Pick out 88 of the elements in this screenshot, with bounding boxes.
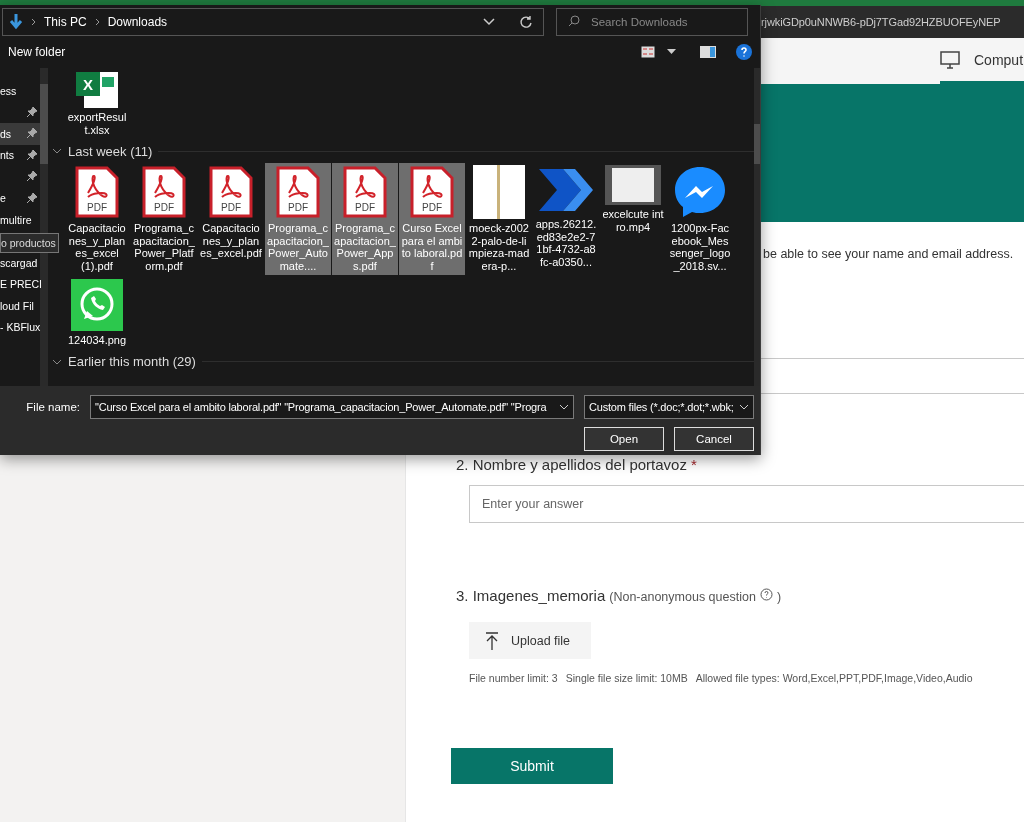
nav-item[interactable]: nts	[0, 144, 40, 166]
question-note: (Non-anonymous question	[609, 590, 756, 604]
scrollbar[interactable]	[754, 68, 760, 386]
address-bar[interactable]: This PC Downloads	[2, 8, 544, 36]
file-name: exportResult.xlsx	[66, 111, 128, 136]
file-name: apps.26212.ed83e2e2-71bf-4732-a8fc-a0350...	[535, 218, 597, 268]
video-thumbnail	[605, 165, 661, 205]
refresh-icon[interactable]	[519, 15, 533, 29]
file-name: Curso Excel para el ambito laboral.pdf	[401, 222, 463, 272]
upload-limit: Single file size limit: 10MB	[565, 672, 688, 684]
dialog-button[interactable]: Cancel	[674, 427, 754, 451]
chevron-icon	[94, 18, 100, 26]
file-name: 124034.png	[66, 334, 128, 347]
new-folder-button[interactable]: New folder	[8, 45, 66, 59]
question-title: 3. Imagenes_memoria	[456, 587, 606, 604]
file-item[interactable]: PDF Curso Excel para el ambito laboral.pdf	[399, 163, 465, 275]
file-item[interactable]: excelcute intro.mp4	[600, 163, 666, 236]
file-item[interactable]: apps.26212.ed83e2e2-71bf-4732-a8fc-a0350...	[533, 163, 599, 271]
file-name: Capacitaciones_y_planes_excel (1).pdf	[67, 222, 127, 272]
file-name: 1200px-Facebook_Messenger_logo_2018.sv...	[669, 222, 731, 272]
file-item[interactable]: X exportResult.xlsx	[64, 70, 130, 139]
nav-item[interactable]: loud Fil	[0, 295, 40, 317]
search-field[interactable]: Search Downloads	[556, 8, 748, 36]
folder-name-tooltip: o productos	[0, 232, 59, 253]
pin-icon	[27, 106, 37, 117]
file-name: Programa_capacitacion_Power_Apps.pdf	[334, 222, 396, 272]
file-name: Capacitaciones_y_planes_excel.pdf	[200, 222, 262, 260]
file-item[interactable]: PDF Programa_capacitacion_Power_Apps.pdf	[332, 163, 398, 275]
pdf-file-icon: PDF	[409, 165, 455, 219]
pdf-file-icon: PDF	[74, 165, 120, 219]
file-item[interactable]: PDF Programa_capacitacion_Power_Platform.pdf	[131, 163, 197, 275]
file-item[interactable]: PDF Capacitaciones_y_planes_excel.pdf	[198, 163, 264, 263]
upload-limit: File number limit: 3	[469, 672, 558, 684]
photo-thumbnail	[473, 165, 525, 219]
dialog-button[interactable]: Open	[584, 427, 664, 451]
nav-item[interactable]: e	[0, 187, 40, 209]
upload-limit: Allowed file types: Word,Excel,PPT,PDF,Image,Video,Audio	[695, 672, 973, 684]
dropdown-chevron-icon	[559, 404, 569, 410]
dropdown-chevron-icon	[739, 404, 749, 410]
file-item[interactable]: 124034.png	[64, 277, 130, 350]
nav-item[interactable]: E PRECI	[0, 273, 40, 295]
file-item[interactable]: moeck-z0022-palo-de-limpieza-madera-p...	[466, 163, 532, 275]
group-header[interactable]: Earlier this month (29)	[68, 354, 196, 369]
address-url[interactable]: rjwkiGDp0uNNWB6-pDj7TGad92HZBUOFEyNEP	[761, 16, 1001, 28]
answer-field[interactable]: Enter your answer	[469, 485, 1024, 523]
file-name: Programa_capacitacion_Power_Automate....	[267, 222, 329, 272]
required-mark: *	[690, 456, 697, 473]
submit-button[interactable]: Submit	[451, 748, 613, 784]
pin-icon	[27, 128, 37, 138]
file-name-field[interactable]: "Curso Excel para el ambito laboral.pdf" "Programa_capacitacion_Power_Automate.pdf" "Progra	[90, 395, 574, 419]
breadcrumb-item[interactable]: This PC	[44, 15, 87, 29]
file-name-label: File name:	[25, 401, 80, 413]
caret-icon[interactable]	[667, 49, 676, 55]
nav-item[interactable]: multire	[0, 209, 40, 231]
file-name: moeck-z0022-palo-de-limpieza-madera-p...	[468, 222, 530, 272]
pin-icon	[27, 171, 37, 181]
pin-icon	[27, 192, 37, 203]
pdf-file-icon: PDF	[141, 165, 187, 219]
collapse-chevron-icon[interactable]	[52, 146, 62, 156]
monitor-icon	[940, 50, 960, 69]
nav-item[interactable]: ds	[0, 123, 40, 145]
file-name: Programa_capacitacion_Power_Platform.pdf	[133, 222, 195, 272]
dropdown-chevron-icon[interactable]	[483, 18, 495, 26]
breadcrumb-item[interactable]: Downloads	[107, 15, 168, 29]
file-item[interactable]: 1200px-Facebook_Messenger_logo_2018.sv...	[667, 163, 733, 275]
file-item[interactable]: PDF Capacitaciones_y_planes_excel (1).pdf	[64, 163, 130, 275]
nav-item[interactable]: - KBFlux	[0, 316, 40, 338]
nav-item[interactable]: ess	[0, 80, 40, 102]
pdf-file-icon: PDF	[208, 165, 254, 219]
chevron-icon	[31, 18, 36, 26]
phone-bubble-logo-icon	[71, 279, 123, 331]
pdf-file-icon: PDF	[342, 165, 388, 219]
upload-button[interactable]: Upload file	[469, 622, 591, 659]
pdf-file-icon: PDF	[275, 165, 321, 219]
download-arrow-icon	[9, 14, 23, 30]
nav-item[interactable]: scargad	[0, 252, 40, 274]
file-item[interactable]: PDF Programa_capacitacion_Power_Automate....	[265, 163, 331, 275]
help-icon[interactable]	[736, 44, 752, 60]
file-type-dropdown[interactable]: Custom files (*.doc;*.dot;*.wbk;	[584, 395, 754, 419]
question-title: 2. Nombre y apellidos del portavoz	[456, 456, 687, 473]
upload-arrow-icon	[485, 631, 499, 650]
question-note: )	[776, 590, 782, 604]
pin-icon	[27, 149, 37, 160]
file-name: excelcute intro.mp4	[602, 208, 664, 233]
chat-bubble-logo-icon	[673, 165, 727, 219]
notice-text: be able to see your name and email address.	[763, 247, 1015, 261]
view-options-icon[interactable]	[641, 46, 655, 58]
group-header[interactable]: Last week (11)	[68, 143, 153, 159]
